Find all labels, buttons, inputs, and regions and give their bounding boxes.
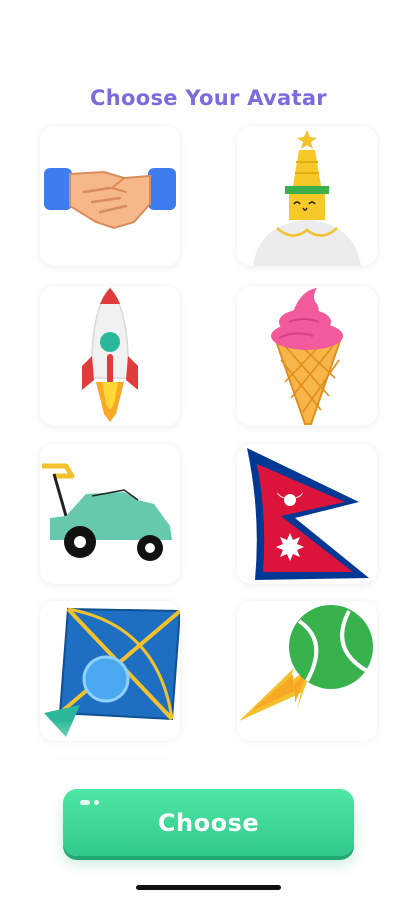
avatar-grid	[0, 0, 417, 790]
avatar-card-stupa[interactable]	[237, 126, 377, 266]
avatar-card-nepal-flag[interactable]	[237, 444, 377, 584]
nepal-flag-icon	[247, 448, 369, 580]
ice-cream-icon	[271, 288, 343, 425]
avatar-card-partial[interactable]	[40, 760, 180, 790]
home-indicator[interactable]	[136, 885, 281, 890]
avatar-card-handshake[interactable]	[40, 126, 180, 266]
rocket-icon	[82, 286, 138, 422]
button-shine-dot	[94, 800, 99, 805]
avatar-card-rocket[interactable]	[40, 286, 180, 426]
choose-button[interactable]: Choose	[63, 789, 354, 856]
button-shine	[80, 800, 90, 805]
avatar-card-lawn-mower[interactable]	[40, 444, 180, 584]
lawn-mower-icon	[42, 463, 172, 561]
stupa-icon	[253, 130, 361, 266]
handshake-icon	[44, 168, 176, 230]
avatar-card-ice-cream[interactable]	[237, 286, 377, 426]
avatar-card-kite[interactable]	[40, 601, 180, 741]
tennis-ball-icon	[239, 605, 373, 721]
choose-button-label: Choose	[157, 808, 260, 837]
kite-icon	[44, 607, 180, 737]
avatar-card-tennis-ball[interactable]	[237, 601, 377, 741]
